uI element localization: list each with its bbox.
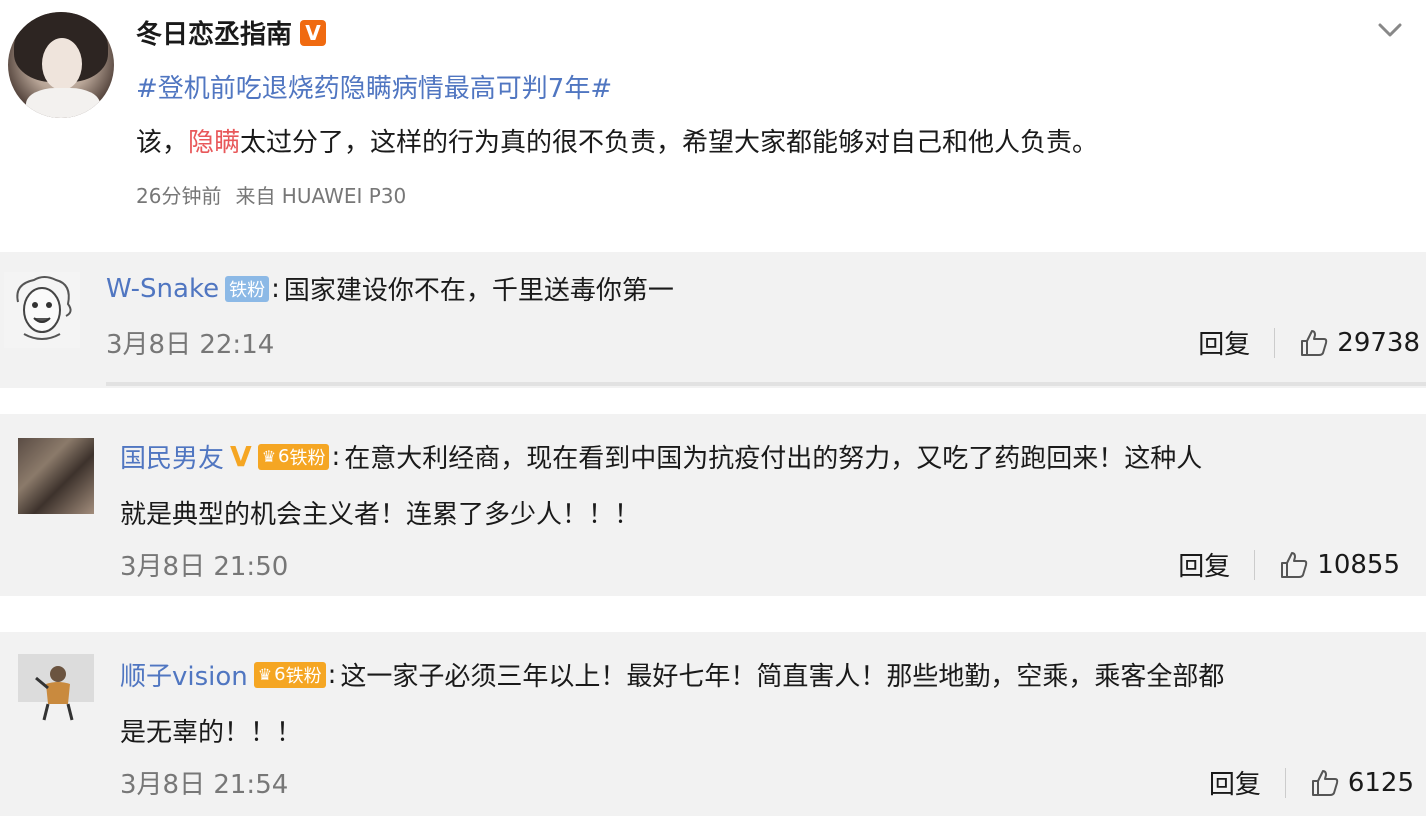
fan-level: 6 <box>274 664 286 685</box>
avatar-body <box>26 88 100 118</box>
comment-text-continued: 就是典型的机会主义者！连累了多少人！！！ <box>120 500 641 530</box>
colon: : <box>327 659 337 690</box>
post-text-start: 该， <box>136 128 189 158</box>
post-text: 该，隐瞒太过分了，这样的行为真的很不负责，希望大家都能够对自己和他人负责。 <box>136 122 1098 159</box>
like-count: 10855 <box>1317 549 1400 580</box>
comment-text: 国家建设你不在，千里送毒你第一 <box>283 276 674 306</box>
comment-text: 在意大利经商，现在看到中国为抗疫付出的努力，又吃了药跑回来！这种人 <box>344 444 1203 474</box>
author-avatar[interactable] <box>8 12 114 118</box>
post-meta: 26分钟前 来自 HUAWEI P30 <box>136 180 406 209</box>
weibo-page: 冬日恋丞指南 V #登机前吃退烧药隐瞒病情最高可判7年# 该，隐瞒太过分了，这样… <box>0 0 1426 816</box>
like-button[interactable]: 29738 <box>1299 328 1420 358</box>
crown-icon: ♛ <box>257 665 273 684</box>
comment-content: 国民男友 V ♛ 6 铁粉 : 在意大利经商，现在看到中国为抗疫付出的努力，又吃了药… <box>120 438 1202 475</box>
crown-icon: ♛ <box>261 447 277 466</box>
comment-text: 这一家子必须三年以上！最好七年！简直害人！那些地勤，空乘，乘客全部都 <box>340 662 1225 692</box>
skier-photo-icon <box>18 654 94 730</box>
comment-actions: 回复 10855 <box>1178 546 1400 583</box>
comment-actions: 回复 29738 <box>1198 324 1420 361</box>
comment-item: 顺子vision ♛ 6 铁粉 : 这一家子必须三年以上！最好七年！简直害人！那些地… <box>0 632 1426 816</box>
like-count: 6125 <box>1347 767 1414 798</box>
fan-badge: 铁粉 <box>225 275 270 302</box>
comment-content: 顺子vision ♛ 6 铁粉 : 这一家子必须三年以上！最好七年！简直害人！那些地… <box>120 656 1224 693</box>
reply-button[interactable]: 回复 <box>1209 764 1261 801</box>
commenter-name[interactable]: 国民男友 <box>120 438 224 475</box>
post-time: 26分钟前 <box>136 184 222 208</box>
fan-badge: ♛ 6 铁粉 <box>253 661 326 688</box>
einstein-sketch-icon <box>4 272 80 348</box>
comment-actions: 回复 6125 <box>1209 764 1414 801</box>
comment-item: 国民男友 V ♛ 6 铁粉 : 在意大利经商，现在看到中国为抗疫付出的努力，又吃了药… <box>0 414 1426 596</box>
thumbs-up-icon <box>1311 769 1339 796</box>
commenter-name[interactable]: W-Snake <box>106 274 219 304</box>
avatar-face <box>42 38 82 90</box>
post-text-rest: 太过分了，这样的行为真的很不负责，希望大家都能够对自己和他人负责。 <box>240 128 1099 158</box>
weibo-post: 冬日恋丞指南 V #登机前吃退烧药隐瞒病情最高可判7年# 该，隐瞒太过分了，这样… <box>0 0 1426 240</box>
thumbs-up-icon <box>1301 329 1328 356</box>
comment-item: W-Snake 铁粉 : 国家建设你不在，千里送毒你第一 3月8日 22:14 … <box>0 252 1426 388</box>
fan-badge-label: 铁粉 <box>229 279 266 301</box>
reply-button[interactable]: 回复 <box>1198 324 1250 361</box>
verified-badge: V <box>230 440 252 473</box>
action-divider <box>1254 549 1256 580</box>
chevron-down-icon[interactable] <box>1374 14 1406 46</box>
vip-badge: V <box>300 19 327 46</box>
like-count: 29738 <box>1337 327 1420 358</box>
commenter-avatar[interactable] <box>4 272 80 348</box>
like-button[interactable]: 10855 <box>1279 550 1400 580</box>
commenter-name[interactable]: 顺子vision <box>120 656 248 693</box>
action-divider <box>1274 327 1276 358</box>
post-text-highlight: 隐瞒 <box>188 128 241 158</box>
fan-badge: ♛ 6 铁粉 <box>257 443 330 470</box>
comment-content: W-Snake 铁粉 : 国家建设你不在，千里送毒你第一 <box>106 270 674 307</box>
action-divider <box>1284 767 1286 798</box>
comment-time: 3月8日 21:54 <box>120 770 289 800</box>
comment-time: 3月8日 21:50 <box>120 552 289 582</box>
author-name[interactable]: 冬日恋丞指南 <box>136 14 292 51</box>
fan-badge-label: 铁粉 <box>285 665 322 687</box>
thumbs-up-icon <box>1281 551 1308 578</box>
reply-button[interactable]: 回复 <box>1178 546 1230 583</box>
comment-time: 3月8日 22:14 <box>106 330 275 360</box>
commenter-avatar[interactable] <box>18 654 94 730</box>
like-button[interactable]: 6125 <box>1310 768 1414 798</box>
commenter-avatar[interactable] <box>18 438 94 514</box>
colon: : <box>331 441 341 472</box>
fan-level: 6 <box>278 446 290 467</box>
comment-separator <box>106 382 1426 386</box>
colon: : <box>271 273 280 304</box>
post-topic-link[interactable]: #登机前吃退烧药隐瞒病情最高可判7年# <box>136 68 612 105</box>
fan-badge-label: 铁粉 <box>289 447 326 469</box>
author-name-row: 冬日恋丞指南 V <box>136 14 327 51</box>
post-source: 来自 HUAWEI P30 <box>235 184 407 208</box>
comment-text-continued: 是无辜的！！！ <box>120 718 303 748</box>
